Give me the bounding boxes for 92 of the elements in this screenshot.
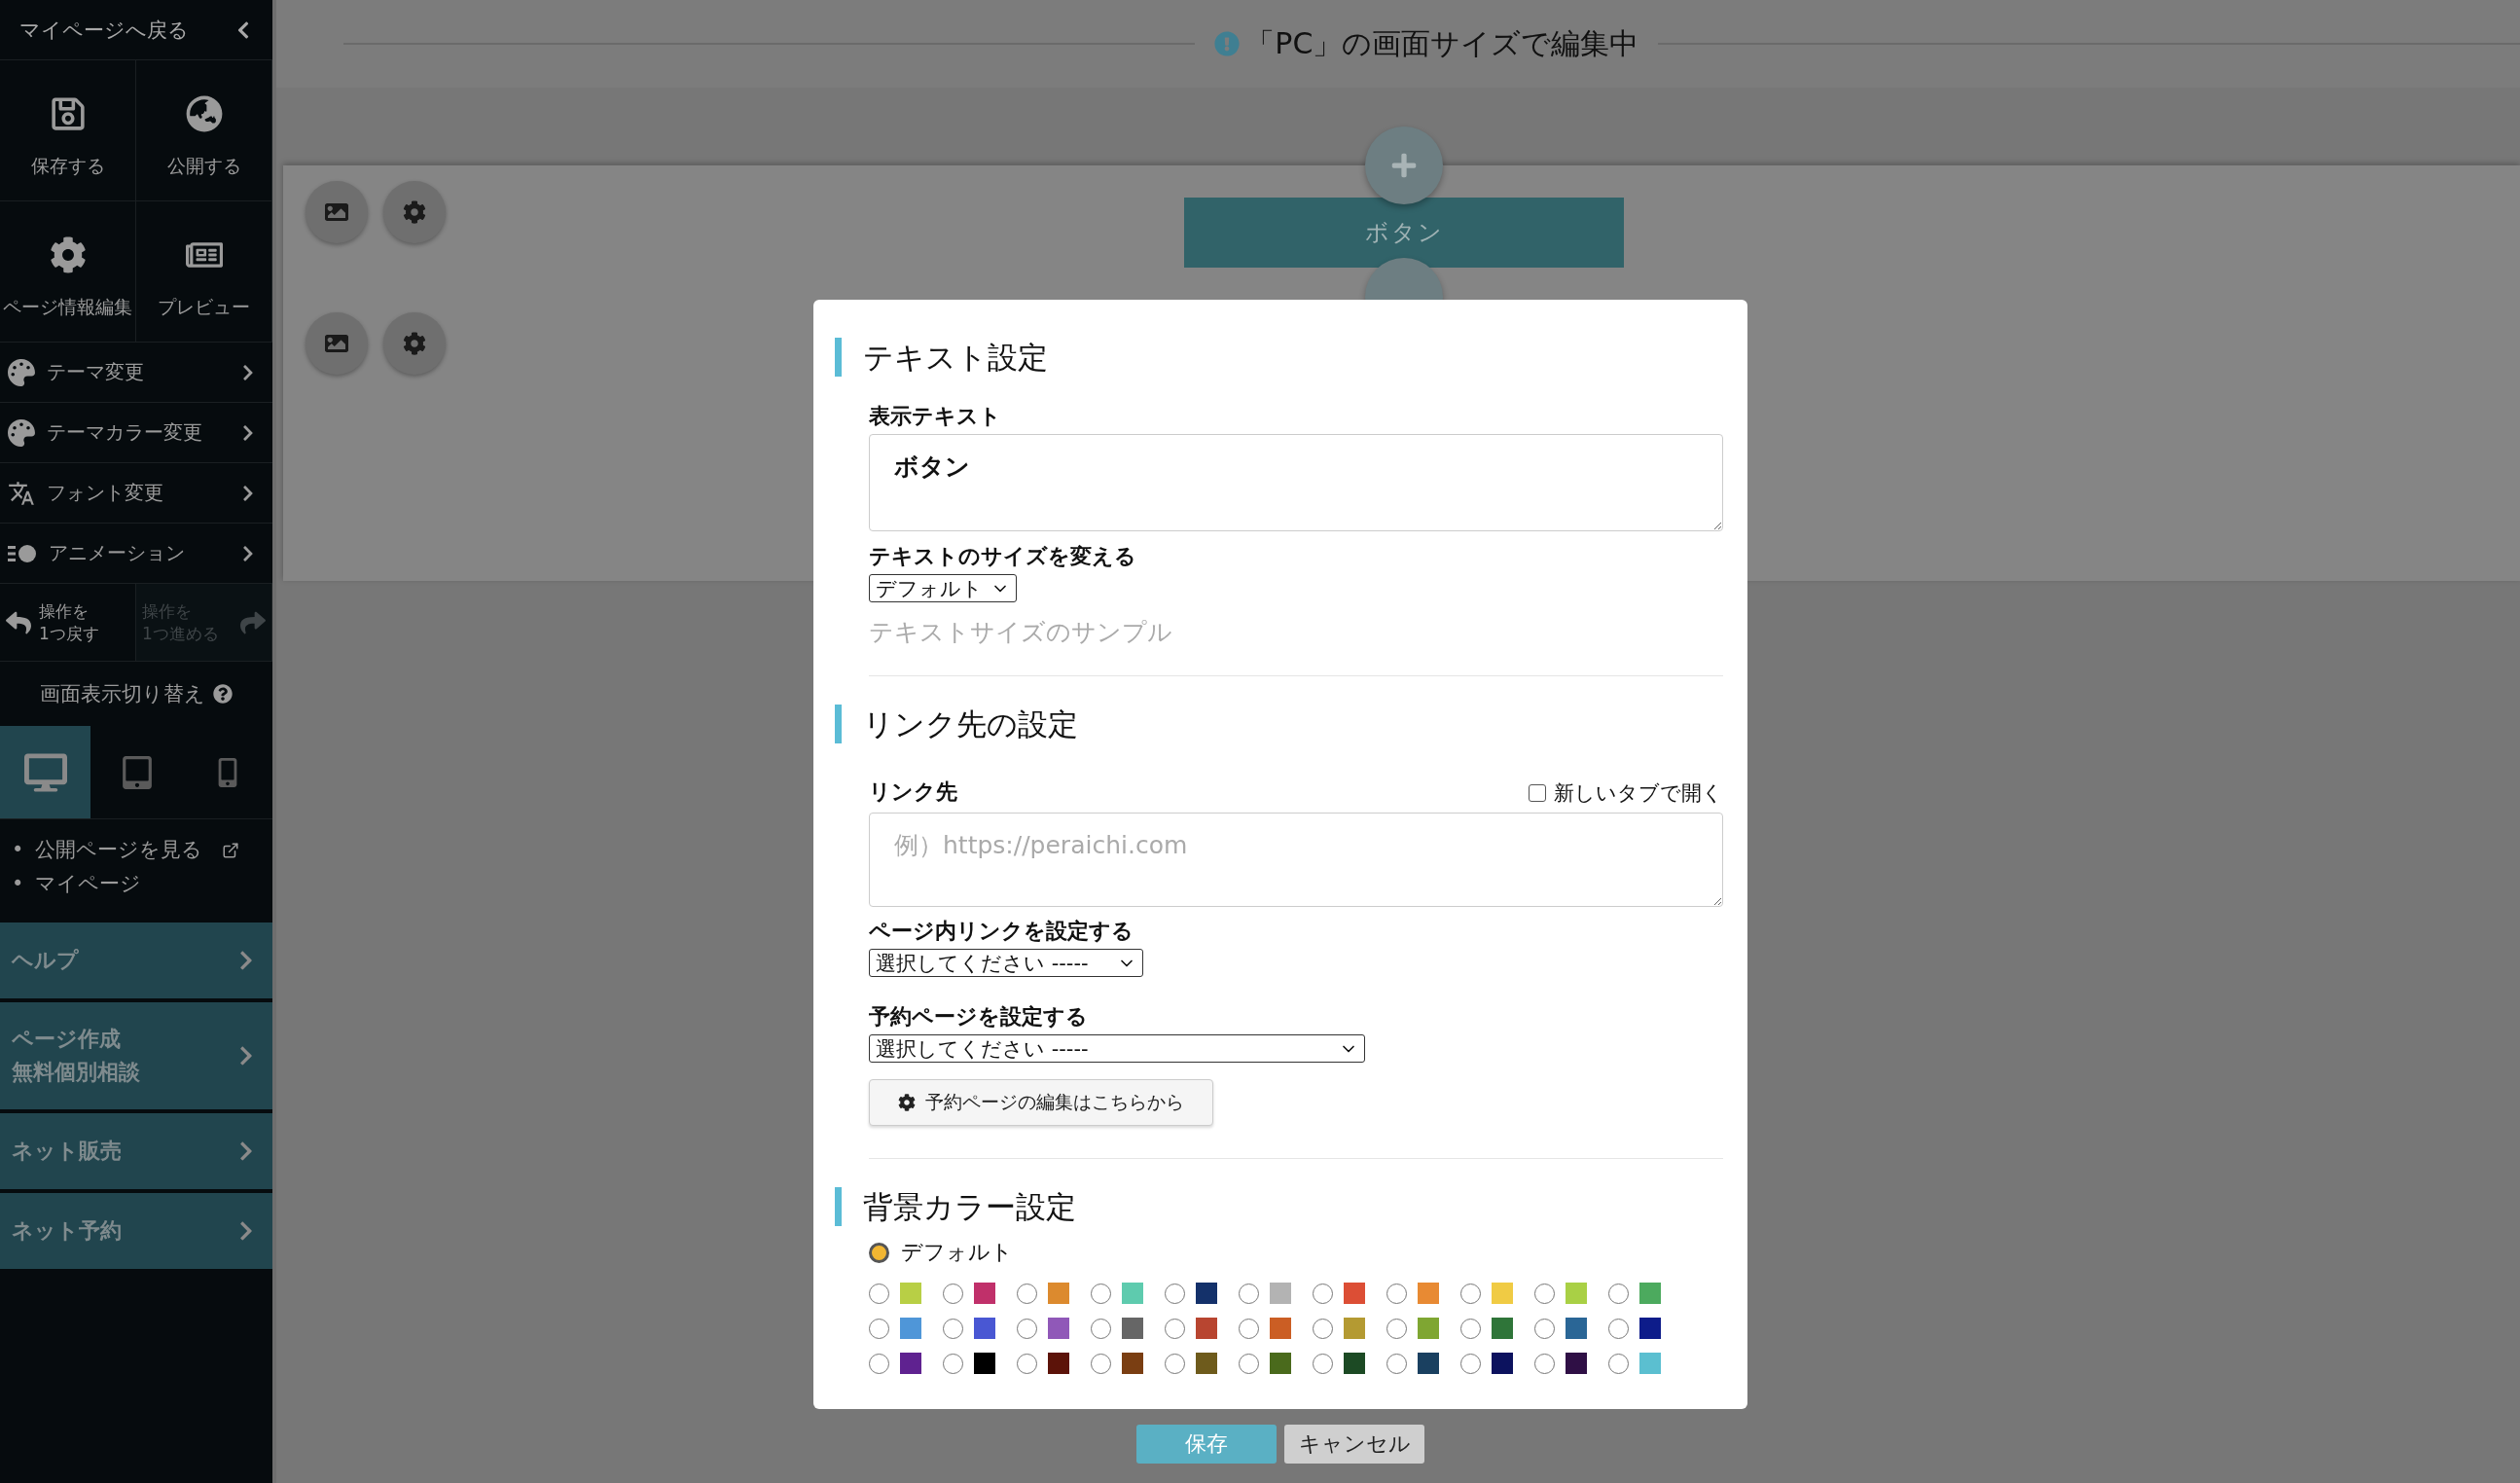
color-radio[interactable]: [1017, 1353, 1037, 1374]
plus-icon: [1390, 152, 1418, 179]
color-radio[interactable]: [1386, 1318, 1407, 1339]
add-block-button[interactable]: [1365, 127, 1443, 204]
color-radio[interactable]: [869, 1318, 889, 1339]
section-label: 画面表示切り替え: [40, 681, 205, 707]
image-button[interactable]: [306, 312, 368, 375]
default-color-radio[interactable]: デフォルト: [869, 1238, 1013, 1267]
color-radio[interactable]: [1460, 1283, 1481, 1304]
color-radio[interactable]: [1608, 1353, 1629, 1374]
image-icon: [325, 332, 348, 355]
bullet-mark: •: [12, 871, 24, 897]
device-tab[interactable]: [0, 726, 90, 818]
palette-icon: [8, 358, 35, 386]
reservation-edit-button[interactable]: 予約ページの編集はこちらから: [869, 1079, 1213, 1126]
undo-icon: [6, 609, 31, 635]
external-link-icon: [222, 841, 240, 859]
menu-item[interactable]: フォント変更: [0, 463, 272, 524]
color-radio[interactable]: [943, 1353, 963, 1374]
image-button[interactable]: [306, 181, 368, 243]
toolbar-tile[interactable]: 公開する: [136, 60, 272, 201]
back-link[interactable]: マイページへ戻る: [0, 0, 272, 60]
size-select[interactable]: デフォルト: [869, 574, 1017, 602]
toolbar-tile[interactable]: プレビュー: [136, 201, 272, 343]
back-link-text[interactable]: マイページへ戻る: [19, 16, 189, 44]
help-icon[interactable]: [213, 684, 233, 704]
field-label: テキストのサイズを変える: [869, 545, 1136, 568]
menu-item[interactable]: テーマ変更: [0, 343, 272, 403]
color-radio[interactable]: [1091, 1283, 1111, 1304]
redo-icon: [240, 609, 266, 635]
image-icon: [325, 200, 348, 224]
color-radio[interactable]: [1165, 1353, 1185, 1374]
color-radio[interactable]: [943, 1283, 963, 1304]
color-radio[interactable]: [1313, 1353, 1333, 1374]
alert-icon: [1214, 31, 1241, 56]
color-radio[interactable]: [1239, 1283, 1259, 1304]
toolbar-tile[interactable]: 保存する: [0, 60, 136, 201]
color-radio[interactable]: [869, 1353, 889, 1374]
font-icon: [8, 479, 35, 507]
color-radio[interactable]: [1534, 1353, 1555, 1374]
color-radio[interactable]: [1460, 1318, 1481, 1339]
color-radio[interactable]: [1313, 1318, 1333, 1339]
sidebar-link[interactable]: マイページ: [35, 867, 142, 901]
color-radio[interactable]: [1239, 1353, 1259, 1374]
save-icon: [49, 95, 87, 132]
section-heading: 背景カラー設定: [835, 1187, 1723, 1226]
color-radio[interactable]: [943, 1318, 963, 1339]
section-heading: リンク先の設定: [835, 705, 1723, 743]
color-radio[interactable]: [1165, 1318, 1185, 1339]
desktop-icon: [23, 750, 67, 794]
color-radio[interactable]: [1091, 1353, 1111, 1374]
reservation-select[interactable]: 選択してください -----: [869, 1034, 1365, 1063]
size-sample-text: テキストサイズのサンプル: [869, 617, 1172, 648]
color-radio[interactable]: [869, 1283, 889, 1304]
color-radio[interactable]: [1534, 1318, 1555, 1339]
color-radio[interactable]: [1239, 1318, 1259, 1339]
color-radio[interactable]: [1313, 1283, 1333, 1304]
color-radio[interactable]: [1460, 1353, 1481, 1374]
new-tab-checkbox[interactable]: 新しいタブで開く: [1529, 779, 1723, 807]
color-radio[interactable]: [1017, 1318, 1037, 1339]
settings-icon: [898, 1094, 916, 1111]
sidebar-link[interactable]: 公開ページを見る: [35, 833, 203, 867]
settings-icon: [403, 332, 426, 355]
field-label: 表示テキスト: [869, 405, 1001, 428]
color-radio[interactable]: [1608, 1283, 1629, 1304]
color-radio[interactable]: [1091, 1318, 1111, 1339]
toolbar-tile[interactable]: ページ情報編集: [0, 201, 136, 343]
color-radio[interactable]: [1386, 1353, 1407, 1374]
field-label: リンク先: [869, 780, 957, 804]
bullet-mark: •: [12, 837, 24, 863]
cancel-button[interactable]: キャンセル: [1284, 1425, 1424, 1464]
animation-icon: [8, 542, 37, 564]
globe-icon: [185, 95, 223, 132]
link-url-field[interactable]: 例）https://peraichi.com: [869, 813, 1723, 907]
settings-button[interactable]: [383, 181, 446, 243]
field-label: ページ内リンクを設定する: [869, 920, 1134, 943]
editing-status-text: 「PC」の画面サイズで編集中: [1245, 24, 1639, 62]
settings-icon: [49, 236, 87, 273]
color-radio[interactable]: [1165, 1283, 1185, 1304]
color-radio[interactable]: [1534, 1283, 1555, 1304]
menu-item[interactable]: テーマカラー変更: [0, 403, 272, 463]
palette-icon: [8, 418, 35, 447]
page-link-select[interactable]: 選択してください -----: [869, 949, 1143, 977]
tablet-icon: [120, 755, 154, 789]
display-text-field[interactable]: ボタン: [869, 434, 1723, 531]
settings-icon: [403, 200, 426, 224]
section-heading: テキスト設定: [835, 338, 1723, 377]
color-radio[interactable]: [1017, 1283, 1037, 1304]
settings-button[interactable]: [383, 312, 446, 375]
color-radio[interactable]: [1608, 1318, 1629, 1339]
field-label: 予約ページを設定する: [869, 1005, 1088, 1029]
color-radio[interactable]: [1386, 1283, 1407, 1304]
